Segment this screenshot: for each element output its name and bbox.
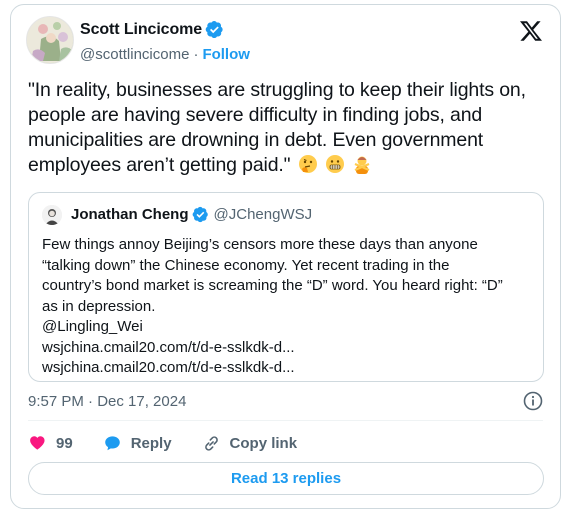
read-replies-button[interactable]: Read 13 replies [28,462,544,495]
author-handle[interactable]: @scottlincicome [80,46,189,63]
verified-badge-icon [205,20,224,39]
link-icon [204,435,218,451]
quoted-text-line: as in depression. [42,297,156,315]
quoted-author-handle[interactable]: @JChengWSJ [214,206,313,223]
quoted-text-line: Few things annoy Beijing’s censors more … [42,236,478,253]
url-link[interactable]: wsjchina.cmail20.com/t/d-e-sslkdk-d... [42,358,532,379]
divider [28,420,543,421]
quoted-verified-badge-icon [192,206,209,223]
author-name-row: Scott Lincicome [80,20,224,39]
tweet-header: Scott Lincicome @scottlincicome · Follow [11,5,560,75]
mention-link[interactable]: @Lingling_Wei [42,317,532,338]
action-bar: 99 Reply Copy link [28,430,327,456]
tweet-timestamp[interactable]: 9:57 PM · Dec 17, 2024 [28,393,186,410]
quoted-text-line: “talking down” the Chinese economy. Yet … [42,256,450,274]
reply-label: Reply [130,434,172,452]
person-gesturing-no-icon [352,154,372,174]
author-handle-row: @scottlincicome · Follow [80,46,250,63]
info-icon[interactable] [523,391,543,411]
like-button[interactable]: 99 [28,434,73,453]
quoted-tweet[interactable]: Jonathan Cheng @JChengWSJ Few things ann… [28,192,544,382]
author-name[interactable]: Scott Lincicome [80,21,202,39]
quoted-author-avatar[interactable] [42,205,62,225]
grimacing-face-icon [325,154,345,174]
quoted-tweet-text: Few things annoy Beijing’s censors more … [42,235,532,379]
reply-button[interactable]: Reply [103,434,172,453]
tweet-card: Scott Lincicome @scottlincicome · Follow… [10,4,561,509]
reply-bubble-icon [104,435,120,450]
copy-link-label: Copy link [229,434,298,452]
thinking-face-icon [298,154,318,174]
heart-icon [30,435,45,450]
quoted-author-name[interactable]: Jonathan Cheng [71,206,189,223]
quoted-author-row: Jonathan Cheng @JChengWSJ [71,206,312,223]
url-link[interactable]: wsjchina.cmail20.com/t/d-e-sslkdk-d... [42,338,532,359]
like-count: 99 [56,434,73,452]
quoted-text-line: country’s bond market is screaming the “… [42,277,503,294]
copy-link-button[interactable]: Copy link [202,434,298,453]
x-logo-icon[interactable] [519,19,543,43]
tweet-body: "In reality, businesses are struggling t… [28,78,550,178]
tweet-text: "In reality, businesses are struggling t… [28,79,526,176]
separator-dot: · [193,46,199,63]
follow-button[interactable]: Follow [202,46,250,63]
author-avatar[interactable] [26,16,74,64]
